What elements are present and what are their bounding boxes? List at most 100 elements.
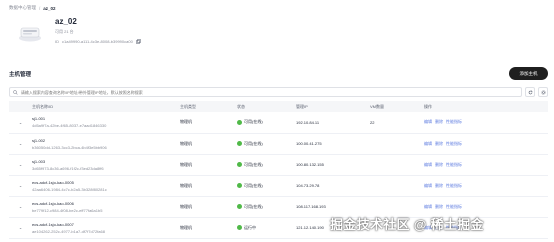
edit-link[interactable]: 编辑 [424,162,432,167]
column-header: VM数量 [370,103,384,109]
status-badge: 可用(在线) [237,141,293,147]
refresh-button[interactable] [525,87,535,97]
settings-button[interactable] [538,87,548,97]
status-ok-icon [237,225,242,230]
host-ip: 100.00.41.275 [296,141,322,146]
zone-header: az_02 可用 21 台 ID c1a49990-a111-4c3e-8008… [18,17,258,51]
breadcrumb-separator: / [39,5,41,11]
delete-link[interactable]: 删除 [435,204,443,209]
chevron-down-icon[interactable]: ⌄ [9,154,29,175]
host-id: 42aa6406-1984-4c7c-b2a5-3b328f80281c [32,186,107,192]
metrics-link[interactable]: 性能指标 [446,119,462,124]
status-ok-icon [237,204,242,209]
host-type: 物理机 [180,203,192,209]
chevron-down-icon[interactable]: ⌄ [9,133,29,154]
status-text: 可用(在线) [244,203,263,209]
edit-link[interactable]: 编辑 [424,204,432,209]
status-text: 可用(在线) [244,182,263,188]
status-badge: 可用(在线) [237,119,293,125]
host-name[interactable]: ecs-adcf-1sjo-kao-0005 [32,180,177,185]
vm-count [367,154,421,175]
edit-link[interactable]: 编辑 [424,119,432,124]
host-type: 物理机 [180,224,192,230]
zone-id-value: c1a49990-a111-4c3e-8008-b39990ca00 [62,39,133,44]
chevron-down-icon[interactable]: ⌄ [9,175,29,196]
add-host-button[interactable]: 添加主机 [509,67,548,80]
host-type: 物理机 [180,182,192,188]
status-ok-icon [237,162,242,167]
host-name[interactable]: ecs-adcf-1sjo-kao-0006 [32,201,177,206]
column-header: 操作 [424,103,432,109]
column-header: 管理IP [296,103,308,109]
breadcrumb: 数据中心管理 / az_02 [9,5,56,11]
search-input[interactable] [20,89,518,95]
chevron-down-icon[interactable]: ⌄ [9,112,29,133]
server-icon [19,27,41,42]
host-name[interactable]: sj1-001 [32,116,177,121]
status-text: 可用(在线) [244,161,263,167]
status-text: 可用(在线) [244,140,263,146]
section-title: 主机管理 [9,72,32,78]
refresh-icon [528,90,532,94]
column-header[interactable]: 主机类型 [177,101,234,112]
zone-title: az_02 [55,17,77,26]
host-ip: 192.10.84.11 [296,119,320,125]
metrics-link[interactable]: 性能指标 [446,162,462,167]
search-box[interactable] [9,87,522,97]
host-name[interactable]: sj1-002 [32,138,177,143]
zone-subtitle: 可用 21 台 [55,29,74,34]
metrics-link[interactable]: 性能指标 [446,204,462,209]
table-row: ⌄ sj1-002 b36050dd-1263-3cc3-2bca-4b4f3e5… [9,133,548,154]
status-text: 运行中 [244,224,256,230]
table-row: ⌄ sj1-003 3d65f973-8c36-a696-f1f2c-f3ed23… [9,154,548,175]
status-ok-icon [237,183,242,188]
column-header[interactable]: 状态 [234,101,293,112]
copy-icon[interactable] [136,39,141,44]
host-id: 4d5a9f7a-42be-4f65-8037-e7aad1846330 [32,123,107,129]
host-id: be779f12-c984-4f08-be2c-eff77fa6a1b5 [32,207,103,213]
column-header [9,101,29,112]
host-ip: 104.73.29.78 [296,183,320,188]
status-badge: 可用(在线) [237,162,293,168]
vm-count: 22 [370,119,375,125]
status-badge: 可用(在线) [237,183,293,189]
status-ok-icon [237,141,242,146]
table-row: ⌄ ecs-adcf-1sjo-kao-0005 42aa6406-1984-4c… [9,175,548,196]
status-badge: 可用(在线) [237,204,293,210]
metrics-link[interactable]: 性能指标 [446,141,462,146]
zone-id-label: ID [55,39,59,44]
search-icon [13,89,18,95]
column-header[interactable]: 主机名称/ID [29,101,177,112]
delete-link[interactable]: 删除 [435,141,443,146]
edit-link[interactable]: 编辑 [424,141,432,146]
zone-id: ID c1a49990-a111-4c3e-8008-b39990ca00 [55,39,141,44]
toolbar [9,87,548,97]
delete-link[interactable]: 删除 [435,162,443,167]
host-type: 物理机 [180,161,192,167]
edit-link[interactable]: 编辑 [424,183,432,188]
status-badge: 运行中 [237,225,293,231]
table-row: ⌄ sj1-001 4d5a9f7a-42be-4f65-8037-e7aad18… [9,112,548,133]
host-id: 3d65f973-8c36-a696-f1f2c-f3ed23da8ff6 [32,165,104,171]
delete-link[interactable]: 删除 [435,183,443,188]
metrics-link[interactable]: 性能指标 [446,183,462,188]
host-name[interactable]: ecs-adcf-1sjo-kao-0007 [32,222,177,227]
host-type: 物理机 [180,140,192,146]
breadcrumb-current: az_02 [43,5,56,11]
status-ok-icon [237,119,242,125]
chevron-down-icon[interactable]: ⌄ [9,196,29,217]
chevron-down-icon[interactable]: ⌄ [9,217,29,238]
delete-link[interactable]: 删除 [435,119,443,124]
table-header-row: 主机名称/ID 主机类型 状态 管理IP VM数量 操作 [9,101,548,112]
host-id: ae104262-252c-4977-b1a7-df7f7d72fa68 [32,228,105,234]
breadcrumb-parent[interactable]: 数据中心管理 [9,5,36,11]
host-type: 物理机 [180,119,192,125]
status-text: 可用(在线) [244,119,263,125]
vm-count [367,133,421,154]
host-name[interactable]: sj1-003 [32,159,177,164]
vm-count [367,175,421,196]
watermark: 掘金技术社区 @ 稀土掘金 [330,217,484,232]
gear-icon [540,89,546,95]
host-id: b36050dd-1263-3cc3-2bca-4b4f3e5bb906 [32,144,107,150]
host-ip: 100.80.132.155 [296,162,324,167]
